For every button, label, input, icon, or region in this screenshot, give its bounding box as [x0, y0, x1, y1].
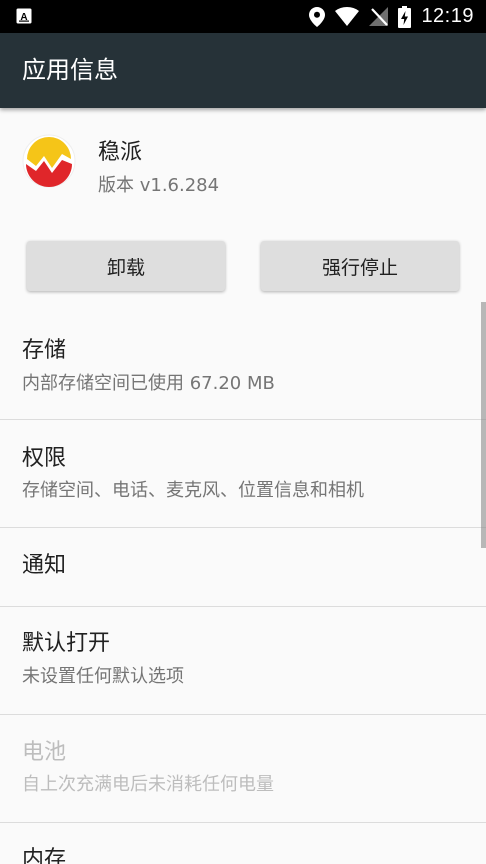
- battery-title: 电池: [22, 740, 67, 765]
- storage-summary: 内部存储空间已使用 67.20 MB: [22, 373, 275, 394]
- open-by-default-title: 默认打开: [22, 631, 111, 656]
- memory-title: 内存: [22, 847, 67, 864]
- app-name: 稳派: [98, 140, 143, 165]
- permissions-summary: 存储空间、电话、麦克风、位置信息和相机: [22, 480, 364, 501]
- storage-title: 存储: [22, 338, 67, 363]
- app-header: 稳派 版本 v1.6.284: [0, 108, 486, 228]
- a-box-icon: A: [16, 8, 32, 24]
- notifications-title: 通知: [22, 553, 67, 578]
- uninstall-button[interactable]: 卸载: [27, 241, 225, 291]
- permissions-title: 权限: [22, 446, 67, 471]
- status-time: 12:19: [421, 5, 474, 27]
- no-signal-icon: [369, 7, 389, 26]
- app-bar: 应用信息: [0, 33, 486, 108]
- permissions-item[interactable]: 权限 存储空间、电话、麦克风、位置信息和相机: [0, 420, 486, 527]
- wifi-icon: [335, 7, 360, 26]
- notifications-item[interactable]: 通知: [0, 528, 486, 606]
- battery-item: 电池 自上次充满电后未消耗任何电量: [0, 715, 486, 822]
- battery-charging-icon: [398, 5, 412, 28]
- status-bar: A 12:19: [0, 0, 486, 33]
- storage-item[interactable]: 存储 内部存储空间已使用 67.20 MB: [0, 320, 486, 419]
- open-by-default-summary: 未设置任何默认选项: [22, 666, 184, 687]
- force-stop-button[interactable]: 强行停止: [261, 241, 459, 291]
- location-icon: [309, 6, 326, 27]
- memory-item[interactable]: 内存: [0, 823, 486, 864]
- battery-summary: 自上次充满电后未消耗任何电量: [22, 774, 274, 795]
- app-logo-icon: [22, 134, 76, 188]
- page-title: 应用信息: [22, 56, 118, 84]
- app-info-screen: A 12:19 应用信息 稳派 版本 v1.6.284 卸载 强行停止 存储 内…: [0, 0, 486, 864]
- app-version: 版本 v1.6.284: [98, 175, 220, 196]
- open-by-default-item[interactable]: 默认打开 未设置任何默认选项: [0, 607, 486, 714]
- scrollbar[interactable]: [481, 302, 486, 548]
